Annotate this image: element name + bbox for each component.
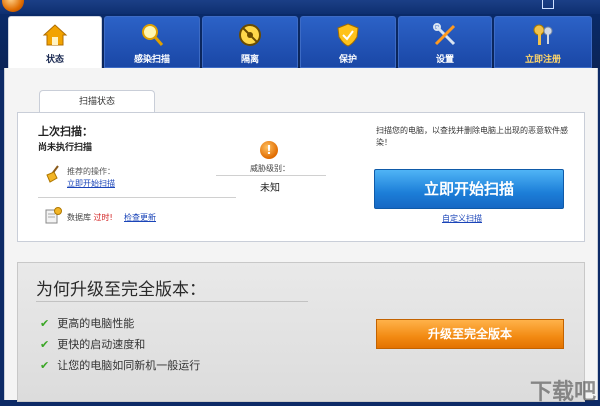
tab-label: 感染扫描 [133,55,170,65]
tab-status[interactable]: 状态 [8,16,102,70]
benefit-item: ✔ 更高的电脑性能 [40,317,135,330]
minimize-icon[interactable] [542,0,554,9]
threat-level-value: 未知 [260,183,280,194]
upgrade-full-version-button[interactable]: 升级至完全版本 [376,319,564,349]
tab-label: 保护 [338,55,357,65]
check-icon: ✔ [40,317,50,330]
database-label: 数据库 [67,213,91,222]
last-scan-title: 上次扫描： [38,125,93,138]
benefit-item: ✔ 让您的电脑如同新机一般运行 [40,359,201,372]
check-update-link[interactable]: 检查更新 [124,212,156,223]
home-icon [42,24,68,46]
tab-quarantine[interactable]: 隔离 [202,16,298,68]
shield-icon [337,23,359,47]
upgrade-panel: 为何升级至完全版本： ✔ 更高的电脑性能 ✔ 更快的启动速度和 ✔ 让您的电脑如同新机… [17,262,585,402]
broom-icon [46,165,59,183]
tools-icon [433,23,456,46]
database-update-icon [45,207,62,224]
recommended-action-label: 推荐的操作： [67,167,115,176]
tab-settings[interactable]: 设置 [398,16,492,68]
divider [38,197,236,198]
quarantine-icon [239,24,261,46]
keys-icon [533,24,553,45]
tab-label: 设置 [435,55,454,65]
benefit-item: ✔ 更快的启动速度和 [40,338,146,351]
warning-icon: ! [260,141,278,159]
tab-label: 状态 [45,55,64,65]
app-logo-icon [2,0,24,12]
tab-label: 隔离 [240,55,259,65]
magnifier-icon [142,24,164,46]
custom-scan-link[interactable]: 自定义扫描 [442,213,482,224]
scan-status-tab[interactable]: 扫描状态 [39,90,155,113]
threat-divider [216,175,326,176]
check-icon: ✔ [40,359,50,372]
threat-level-label: 威胁级别： [250,164,290,173]
tab-strip: 状态 感染扫描 隔离 保护 设置 立即注册 [0,14,600,70]
upgrade-divider [36,301,308,302]
tab-register-now[interactable]: 立即注册 [494,16,592,68]
scan-status-panel: 上次扫描： 尚未执行扫描 推荐的操作： 立即开始扫描 数据库 过时! 检查更新 … [17,112,585,242]
tab-label: 立即注册 [524,55,561,65]
database-outdated-text: 过时! [93,213,113,222]
title-bar [0,0,600,14]
database-status: 数据库 过时! [67,212,113,223]
tab-infection-scan[interactable]: 感染扫描 [104,16,200,68]
upgrade-title: 为何升级至完全版本： [36,280,206,300]
watermark-logo: 下载吧 [529,380,596,405]
start-scan-button[interactable]: 立即开始扫描 [374,169,564,209]
check-icon: ✔ [40,338,50,351]
tab-protection[interactable]: 保护 [300,16,396,68]
start-scan-link[interactable]: 立即开始扫描 [67,178,115,189]
scan-description: 扫描您的电脑，以查找并删除电脑上出现的恶意软件感染！ [376,126,568,147]
main-content: 扫描状态 上次扫描： 尚未执行扫描 推荐的操作： 立即开始扫描 数据库 过时! … [4,68,598,402]
last-scan-value: 尚未执行扫描 [38,143,93,153]
